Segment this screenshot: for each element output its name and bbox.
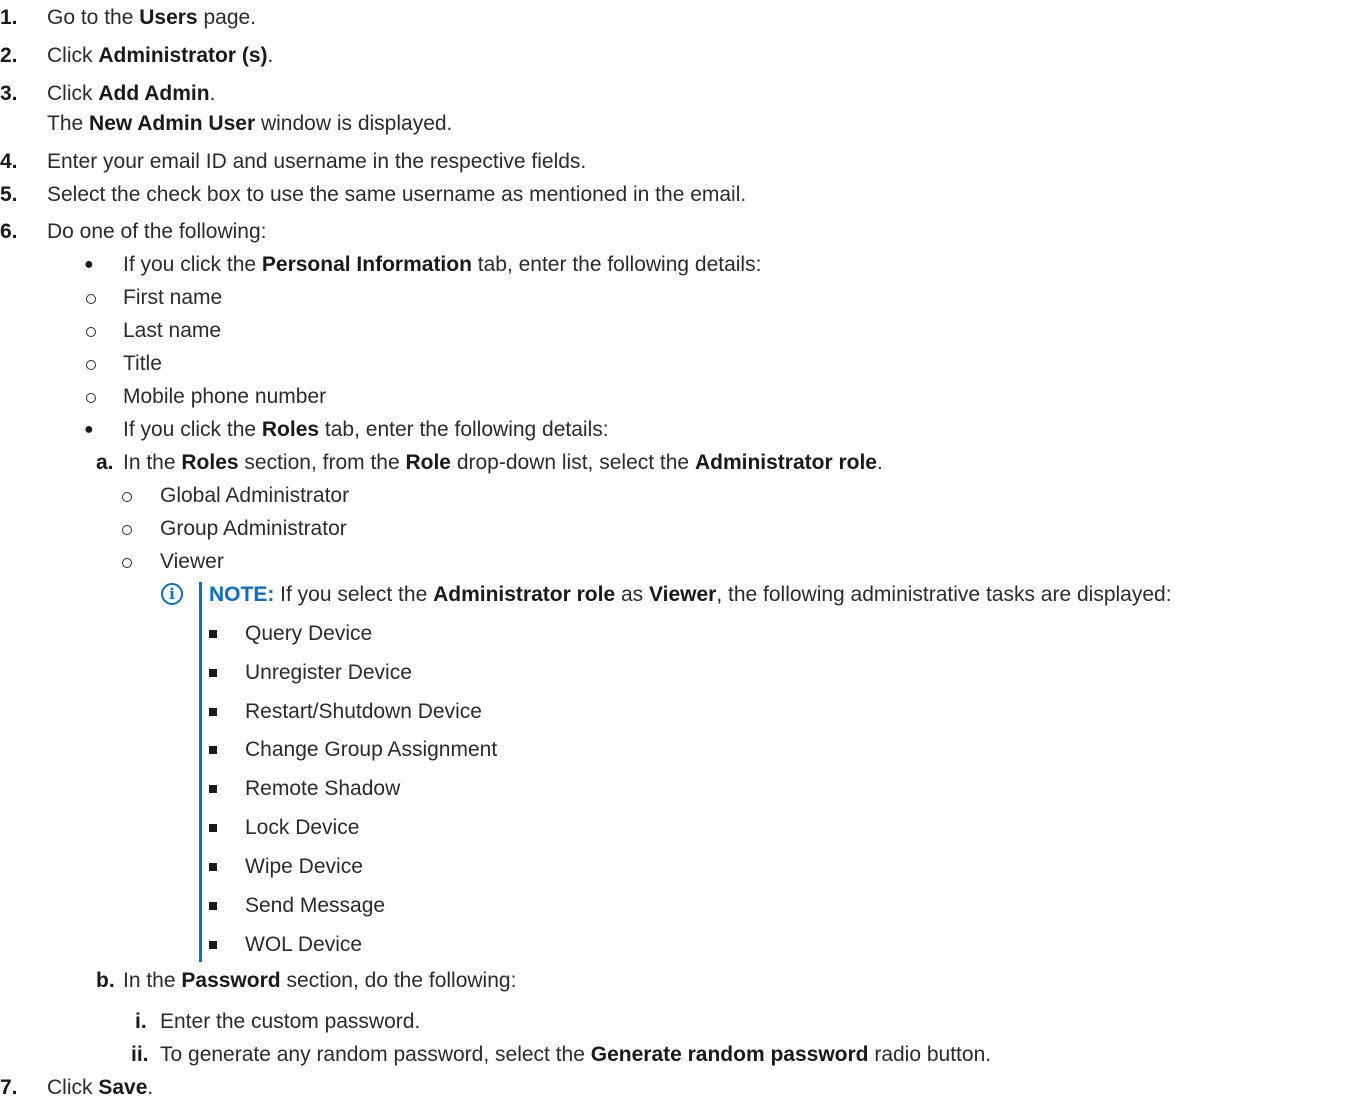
substep-text: To generate any random password, select …: [160, 1043, 992, 1066]
note-text: NOTE: If you select the Administrator ro…: [209, 583, 1172, 606]
square-bullet-icon: [209, 902, 217, 910]
task-text: Lock Device: [245, 816, 360, 839]
step-text: Do one of the following:: [47, 220, 267, 243]
step-text: Click Save.: [47, 1076, 154, 1099]
note-accent-bar: [199, 582, 202, 962]
task-text: Remote Shadow: [245, 777, 401, 800]
square-bullet-icon: [209, 785, 217, 793]
square-bullet-icon: [209, 824, 217, 832]
list-item-text: Mobile phone number: [123, 385, 327, 408]
step-number: 3.: [0, 82, 18, 105]
circle-bullet-icon: [122, 525, 132, 535]
circle-bullet-icon: [86, 360, 96, 370]
list-item-text: Last name: [123, 319, 222, 342]
step-text: Select the check box to use the same use…: [47, 183, 747, 206]
substep-letter: i.: [135, 1010, 147, 1033]
substep-text: In the Roles section, from the Role drop…: [123, 451, 883, 474]
bullet-text: If you click the Roles tab, enter the fo…: [123, 418, 609, 441]
substep-letter: ii.: [131, 1043, 149, 1066]
task-text: Unregister Device: [245, 661, 412, 684]
step-number: 6.: [0, 220, 18, 243]
square-bullet-icon: [209, 708, 217, 716]
list-item-text: Viewer: [160, 550, 224, 573]
circle-bullet-icon: [86, 294, 96, 304]
step-text: Click Add Admin.: [47, 82, 216, 105]
circle-bullet-icon: [122, 492, 132, 502]
task-text: Send Message: [245, 894, 386, 917]
substep-text: Enter the custom password.: [160, 1010, 421, 1033]
task-text: WOL Device: [245, 933, 363, 956]
bullet-text: If you click the Personal Information ta…: [123, 253, 762, 276]
substep-letter: a.: [96, 451, 114, 474]
step-number: 5.: [0, 183, 18, 206]
list-item-text: Group Administrator: [160, 517, 347, 540]
task-text: Query Device: [245, 622, 373, 645]
square-bullet-icon: [209, 630, 217, 638]
step-text: Go to the Users page.: [47, 6, 257, 29]
circle-bullet-icon: [122, 558, 132, 568]
list-item-text: Title: [123, 352, 162, 375]
square-bullet-icon: [209, 863, 217, 871]
info-icon: i: [161, 583, 183, 605]
task-text: Change Group Assignment: [245, 738, 498, 761]
step-number: 1.: [0, 6, 18, 29]
step-result-text: The New Admin User window is displayed.: [47, 112, 453, 135]
square-bullet-icon: [209, 941, 217, 949]
step-text: Enter your email ID and username in the …: [47, 150, 587, 173]
bullet-icon: ●: [84, 421, 94, 438]
step-number: 2.: [0, 44, 18, 67]
step-number: 4.: [0, 150, 18, 173]
bullet-icon: ●: [84, 256, 94, 273]
circle-bullet-icon: [86, 327, 96, 337]
substep-letter: b.: [96, 969, 115, 992]
substep-text: In the Password section, do the followin…: [123, 969, 517, 992]
circle-bullet-icon: [86, 393, 96, 403]
step-number: 7.: [0, 1076, 18, 1099]
step-text: Click Administrator (s).: [47, 44, 274, 67]
list-item-text: Global Administrator: [160, 484, 350, 507]
list-item-text: First name: [123, 286, 223, 309]
task-text: Wipe Device: [245, 855, 363, 878]
square-bullet-icon: [209, 669, 217, 677]
task-text: Restart/Shutdown Device: [245, 700, 482, 723]
square-bullet-icon: [209, 746, 217, 754]
